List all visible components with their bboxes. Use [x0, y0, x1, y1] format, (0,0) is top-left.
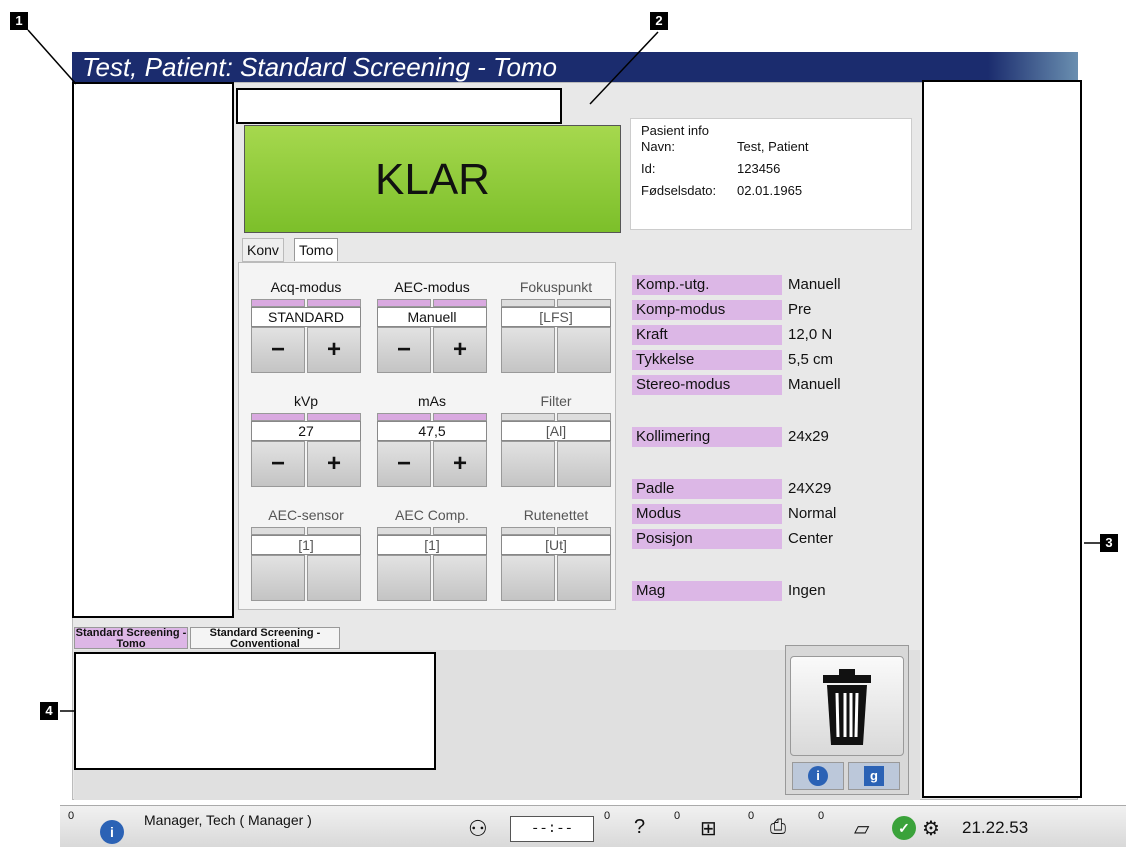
- callout-number-2: 2: [650, 12, 668, 30]
- callout-number-1: 1: [10, 12, 28, 30]
- callout-number-3: 3: [1100, 534, 1118, 552]
- callout-leaders: [27, 29, 1100, 712]
- callout-number-4: 4: [40, 702, 58, 720]
